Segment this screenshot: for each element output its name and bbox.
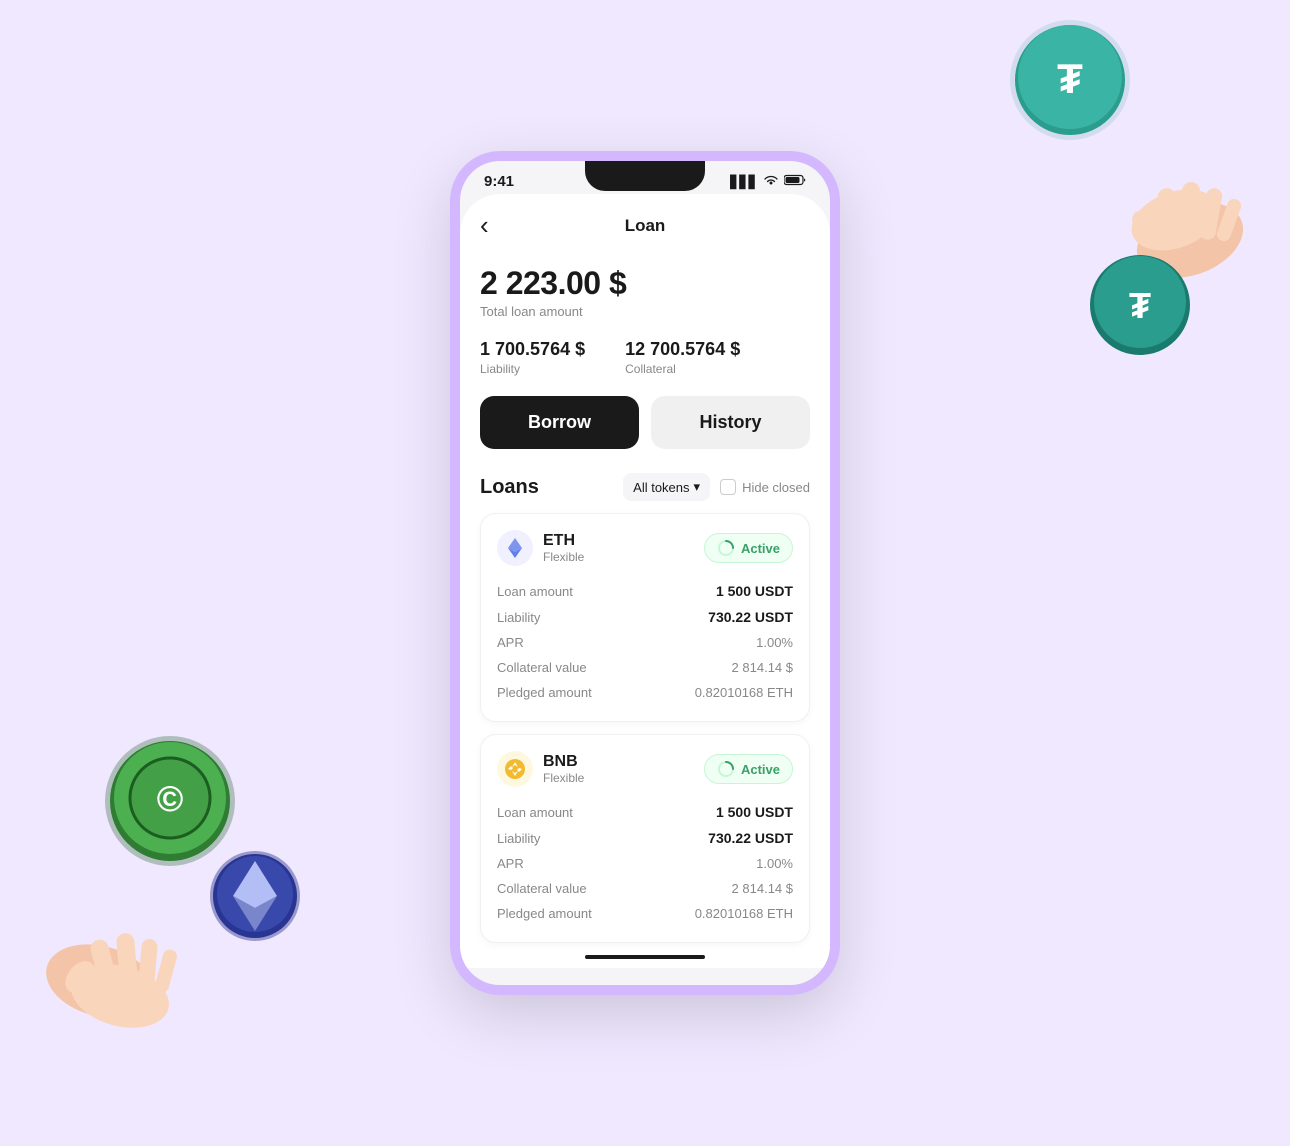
liability-stat: 1 700.5764 $ Liability bbox=[480, 339, 585, 376]
loans-header: Loans All tokens ▾ Hide closed bbox=[460, 465, 830, 513]
loans-title: Loans bbox=[480, 476, 539, 499]
loans-controls: All tokens ▾ Hide closed bbox=[623, 473, 810, 501]
eth-active-spinner bbox=[717, 539, 735, 557]
collateral-stat: 12 700.5764 $ Collateral bbox=[625, 339, 740, 376]
eth-collateral-row: Collateral value 2 814.14 $ bbox=[497, 655, 793, 680]
battery-icon bbox=[784, 174, 806, 189]
status-icons: ▋▋▋ bbox=[730, 174, 806, 189]
collateral-label: Collateral bbox=[625, 362, 740, 376]
bnb-apr-row: APR 1.00% bbox=[497, 851, 793, 876]
bnb-collateral-row: Collateral value 2 814.14 $ bbox=[497, 876, 793, 901]
eth-loan-card[interactable]: ETH Flexible Active Loan amount 1 500 US… bbox=[480, 513, 810, 722]
total-amount: 2 223.00 $ bbox=[480, 265, 810, 302]
screen: ‹ Loan 2 223.00 $ Total loan amount 1 70… bbox=[460, 194, 830, 968]
stats-row: 1 700.5764 $ Liability 12 700.5764 $ Col… bbox=[480, 339, 810, 376]
eth-icon bbox=[497, 530, 533, 566]
svg-text:₮: ₮ bbox=[1057, 55, 1083, 102]
tether-coin-mid: ₮ bbox=[1085, 250, 1195, 360]
loan-summary: 2 223.00 $ Total loan amount 1 700.5764 … bbox=[460, 249, 830, 376]
bnb-loan-amount-row: Loan amount 1 500 USDT bbox=[497, 799, 793, 825]
eth-pledged-row: Pledged amount 0.82010168 ETH bbox=[497, 680, 793, 705]
dropdown-icon: ▾ bbox=[694, 479, 701, 495]
bnb-coin-name: BNB bbox=[543, 753, 584, 771]
eth-status-label: Active bbox=[741, 541, 780, 556]
wifi-icon bbox=[763, 174, 779, 189]
phone-notch bbox=[585, 161, 705, 191]
eth-liability-row: Liability 730.22 USDT bbox=[497, 604, 793, 630]
collateral-value: 12 700.5764 $ bbox=[625, 339, 740, 360]
eth-loan-amount-row: Loan amount 1 500 USDT bbox=[497, 578, 793, 604]
eth-active-badge: Active bbox=[704, 533, 793, 563]
svg-text:©: © bbox=[157, 778, 184, 819]
borrow-tab[interactable]: Borrow bbox=[480, 396, 639, 449]
history-tab[interactable]: History bbox=[651, 396, 810, 449]
home-indicator bbox=[585, 955, 705, 959]
eth-coin-type: Flexible bbox=[543, 550, 584, 564]
bnb-loan-card[interactable]: BNB Flexible Active Loan amount 1 500 US… bbox=[480, 734, 810, 943]
header: ‹ Loan bbox=[460, 194, 830, 249]
all-tokens-filter[interactable]: All tokens ▾ bbox=[623, 473, 710, 501]
bnb-icon bbox=[497, 751, 533, 787]
bnb-pledged-row: Pledged amount 0.82010168 ETH bbox=[497, 901, 793, 926]
signal-icon: ▋▋▋ bbox=[730, 175, 758, 189]
status-time: 9:41 bbox=[484, 173, 514, 190]
green-coin: © bbox=[100, 731, 240, 871]
eth-loan-header: ETH Flexible Active bbox=[497, 530, 793, 566]
total-label: Total loan amount bbox=[480, 304, 810, 319]
hide-closed-toggle[interactable]: Hide closed bbox=[720, 479, 810, 495]
liability-label: Liability bbox=[480, 362, 585, 376]
bnb-loan-header: BNB Flexible Active bbox=[497, 751, 793, 787]
bnb-coin-type: Flexible bbox=[543, 771, 584, 785]
bnb-liability-row: Liability 730.22 USDT bbox=[497, 825, 793, 851]
svg-text:₮: ₮ bbox=[1129, 285, 1151, 326]
hide-closed-checkbox[interactable] bbox=[720, 479, 736, 495]
eth-apr-row: APR 1.00% bbox=[497, 630, 793, 655]
eth-coin-info: ETH Flexible bbox=[497, 530, 584, 566]
bnb-active-badge: Active bbox=[704, 754, 793, 784]
bnb-status-label: Active bbox=[741, 762, 780, 777]
phone: 9:41 ▋▋▋ ‹ Loan 2 223.00 $ Total loan am… bbox=[450, 151, 840, 995]
liability-value: 1 700.5764 $ bbox=[480, 339, 585, 360]
tabs: Borrow History bbox=[460, 376, 830, 465]
bnb-coin-info: BNB Flexible bbox=[497, 751, 584, 787]
page-title: Loan bbox=[625, 216, 666, 236]
back-button[interactable]: ‹ bbox=[480, 210, 489, 241]
eth-coin-name: ETH bbox=[543, 532, 584, 550]
bnb-active-spinner bbox=[717, 760, 735, 778]
